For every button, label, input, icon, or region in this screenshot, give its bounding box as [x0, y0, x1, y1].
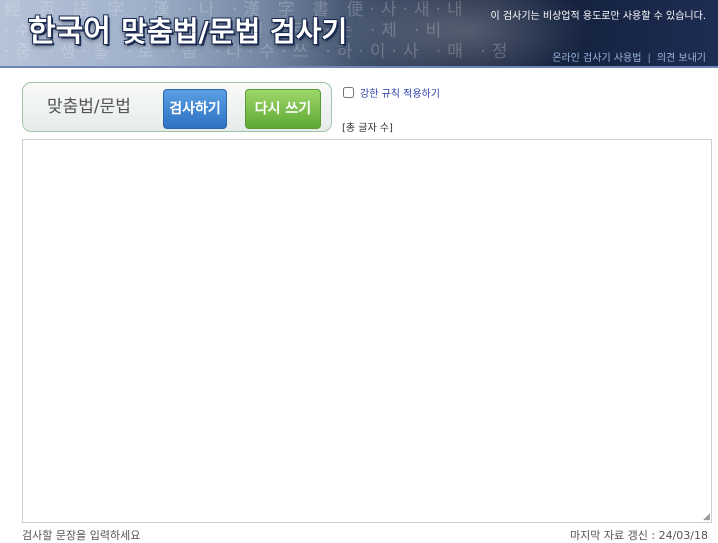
control-panel: 맞춤법/문법 검사하기 다시 쓰기 — [22, 82, 332, 132]
strict-rule-label: 강한 규칙 적용하기 — [360, 89, 440, 100]
header-banner: 經 百 語 字 ·漢 ·나 ·漢 字 書 便·사·새·내 ·수·옷 ·이 ·란 … — [0, 0, 718, 66]
header-links: 온라인 검사기 사용법 | 의견 보내기 — [552, 49, 706, 64]
input-hint: 검사할 문장을 입력하세요 — [22, 529, 141, 542]
usage-guide-link[interactable]: 온라인 검사기 사용법 — [552, 53, 641, 64]
mode-label: 맞춤법/문법 — [47, 97, 131, 117]
strict-rule-option[interactable]: 강한 규칙 적용하기 — [343, 85, 440, 100]
link-separator: | — [647, 53, 651, 64]
resize-grip-icon[interactable]: ◢ — [703, 513, 711, 522]
app-title-part1: 한국어 — [28, 14, 122, 49]
app-title: 한국어 맞춤법/문법 검사기 — [28, 14, 347, 50]
check-button[interactable]: 검사하기 — [163, 89, 227, 129]
strict-rule-checkbox[interactable] — [343, 87, 354, 98]
reset-button[interactable]: 다시 쓰기 — [245, 89, 321, 129]
feedback-link[interactable]: 의견 보내기 — [657, 53, 706, 64]
text-input-area[interactable] — [22, 139, 712, 523]
last-update: 마지막 자료 갱신 : 24/03/18 — [570, 529, 708, 542]
header-divider — [0, 66, 718, 68]
char-count-label: [총 글자 수] — [342, 123, 393, 134]
noncommercial-notice: 이 검사기는 비상업적 용도로만 사용할 수 있습니다. — [490, 11, 706, 22]
app-title-part2: 맞춤법/문법 검사기 — [121, 15, 348, 48]
